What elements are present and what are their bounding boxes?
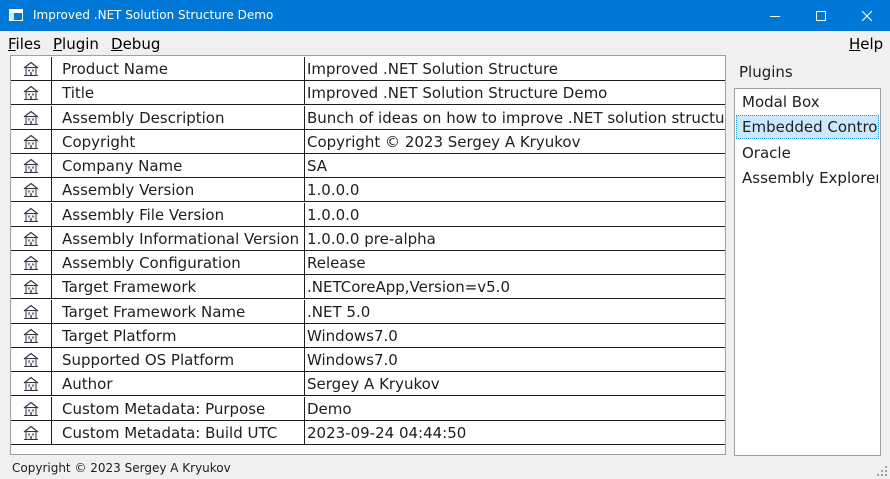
table-row[interactable]: Assembly Configuration Release [11, 251, 725, 275]
property-value: 1.0.0.0 [307, 205, 360, 224]
property-value: Sergey A Kryukov [307, 375, 440, 394]
property-value: Improved .NET Solution Structure Demo [307, 84, 608, 103]
table-row[interactable]: Copyright Copyright © 2023 Sergey A Kryuk… [11, 129, 725, 154]
property-name: Company Name [52, 154, 305, 178]
property-name: Custom Metadata: Purpose [52, 396, 305, 421]
table-row[interactable]: Custom Metadata: Build UTC 2023-09-24 04:… [11, 420, 725, 445]
table-row[interactable]: Assembly File Version 1.0.0.0 [11, 202, 725, 227]
building-icon [11, 348, 52, 372]
plugin-item[interactable]: Embedded Control [736, 115, 879, 140]
property-value: Bunch of ideas on how to improve .NET so… [307, 108, 726, 127]
building-icon [11, 81, 52, 106]
table-row[interactable]: Assembly Version 1.0.0.0 [11, 178, 725, 203]
building-icon [11, 275, 52, 300]
property-name: Supported OS Platform [52, 348, 305, 372]
property-value: Windows7.0 [307, 326, 398, 345]
status-bar: Copyright © 2023 Sergey A Kryukov [0, 457, 890, 479]
building-icon [11, 154, 52, 178]
menu-debug[interactable]: Debug [111, 35, 160, 53]
building-icon [11, 105, 52, 130]
table-row[interactable]: Title Improved .NET Solution Structure De… [11, 81, 725, 106]
property-name: Assembly File Version [52, 202, 305, 227]
title-bar[interactable]: Improved .NET Solution Structure Demo [0, 0, 890, 31]
property-name: Assembly Configuration [52, 251, 305, 275]
table-row[interactable]: Custom Metadata: Purpose Demo [11, 396, 725, 421]
plugin-item[interactable]: Assembly Explorer [736, 166, 879, 190]
building-icon [11, 396, 52, 421]
app-window-icon [9, 9, 23, 21]
building-icon [11, 57, 52, 81]
property-value: SA [307, 157, 328, 175]
menu-plugin[interactable]: Plugin [53, 35, 99, 53]
building-icon [11, 323, 52, 348]
plugin-item[interactable]: Modal Box [736, 90, 879, 114]
table-row[interactable]: Author Sergey A Kryukov [11, 372, 725, 397]
minimize-button[interactable] [752, 0, 798, 31]
table-row[interactable]: Target Framework .NETCoreApp,Version=v5.0 [11, 275, 725, 300]
menu-help[interactable]: Help [849, 35, 883, 53]
property-name: Author [52, 372, 305, 397]
table-row[interactable]: Target Platform Windows7.0 [11, 323, 725, 348]
table-row[interactable]: Assembly Informational Version 1.0.0.0 pr… [11, 226, 725, 251]
building-icon [11, 202, 52, 227]
table-row[interactable]: Target Framework Name .NET 5.0 [11, 299, 725, 324]
property-value: Windows7.0 [307, 351, 398, 369]
property-value: .NET 5.0 [307, 302, 371, 321]
plugins-label: Plugins [739, 63, 793, 81]
building-icon [11, 251, 52, 275]
property-value: Improved .NET Solution Structure [307, 60, 559, 78]
property-name: Assembly Version [52, 178, 305, 203]
menu-files[interactable]: Files [8, 35, 41, 53]
property-value: Demo [307, 399, 352, 418]
close-button[interactable] [844, 0, 890, 31]
property-value: Copyright © 2023 Sergey A Kryukov [307, 132, 581, 151]
resize-grip-icon[interactable] [877, 466, 887, 476]
building-icon [11, 129, 52, 154]
maximize-button[interactable] [798, 0, 844, 31]
maximize-icon [816, 10, 826, 21]
building-icon [11, 226, 52, 251]
property-value: 1.0.0.0 pre-alpha [307, 229, 436, 248]
table-row[interactable]: Supported OS Platform Windows7.0 [11, 348, 725, 372]
property-name: Assembly Description [52, 105, 305, 130]
minimize-icon [770, 15, 780, 17]
table-row[interactable]: Product Name Improved .NET Solution Struc… [11, 57, 725, 81]
building-icon [11, 420, 52, 445]
property-value: .NETCoreApp,Version=v5.0 [307, 278, 510, 297]
properties-grid[interactable]: Product Name Improved .NET Solution Struc… [10, 55, 726, 455]
property-value: Release [307, 254, 366, 272]
table-row[interactable]: Company Name SA [11, 154, 725, 178]
building-icon [11, 178, 52, 203]
property-value: 2023-09-24 04:44:50 [307, 423, 467, 442]
building-icon [11, 372, 52, 397]
plugins-list[interactable]: Modal Box Embedded Control Oracle Assembly … [734, 88, 881, 456]
building-icon [11, 299, 52, 324]
menu-bar: Files Plugin Debug Help [0, 31, 890, 55]
property-value: 1.0.0.0 [307, 181, 360, 200]
property-name: Assembly Informational Version [52, 226, 305, 251]
window-title: Improved .NET Solution Structure Demo [33, 8, 274, 22]
property-name: Custom Metadata: Build UTC [52, 420, 305, 445]
property-name: Copyright [52, 129, 305, 154]
property-name: Product Name [52, 57, 305, 81]
close-icon [862, 10, 872, 21]
property-name: Target Framework [52, 275, 305, 300]
table-row[interactable]: Assembly Description Bunch of ideas on ho… [11, 105, 726, 130]
plugin-item[interactable]: Oracle [736, 141, 879, 165]
property-name: Title [52, 81, 305, 106]
property-name: Target Framework Name [52, 299, 305, 324]
property-name: Target Platform [52, 323, 305, 348]
status-text: Copyright © 2023 Sergey A Kryukov [12, 461, 231, 475]
